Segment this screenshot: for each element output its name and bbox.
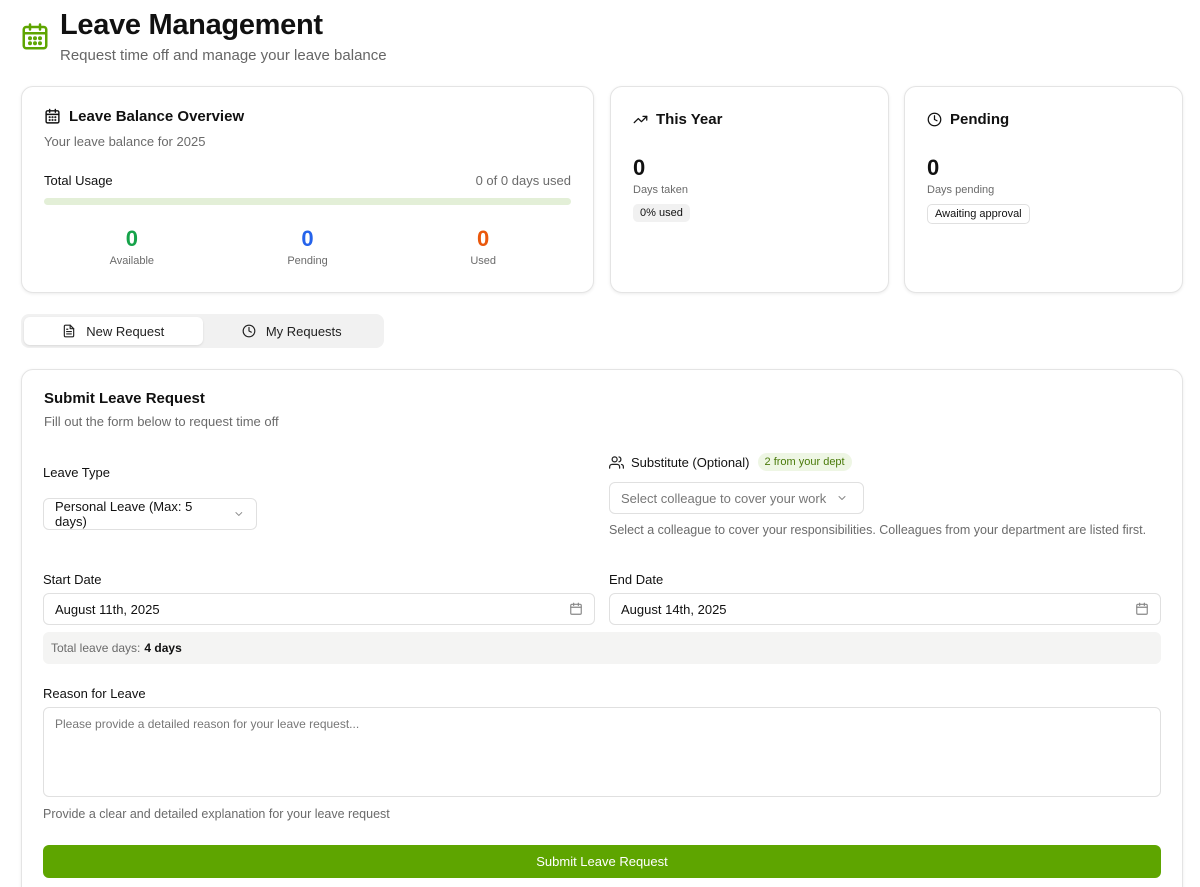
pending-label: Pending	[287, 255, 328, 267]
total-leave-label: Total leave days:	[51, 641, 141, 655]
leave-type-label: Leave Type	[43, 465, 110, 480]
stat-pending: 0 Pending	[220, 226, 396, 268]
page-title: Leave Management	[60, 9, 323, 41]
this-year-title-row: This Year	[633, 111, 866, 128]
calendar-icon	[45, 108, 60, 124]
used-label: Used	[470, 255, 497, 267]
reason-label: Reason for Leave	[43, 686, 146, 701]
tab-my-requests[interactable]: My Requests	[203, 317, 382, 345]
users-icon	[609, 455, 624, 469]
total-leave-days: Total leave days: 4 days	[43, 632, 1161, 664]
usage-progress-bar	[44, 198, 571, 205]
total-usage-value: 0 of 0 days used	[475, 173, 571, 188]
calendar-icon	[1136, 602, 1148, 615]
start-date-value: August 11th, 2025	[55, 601, 160, 617]
calendar-icon	[570, 602, 582, 615]
stat-used: 0 Used	[395, 226, 571, 268]
pending-card: Pending 0 Days pending Awaiting approval	[904, 86, 1183, 293]
trending-up-icon	[633, 115, 648, 124]
request-tabs: New Request My Requests	[21, 314, 384, 348]
awaiting-approval-badge: Awaiting approval	[927, 204, 1030, 224]
substitute-label: Substitute (Optional)	[631, 454, 750, 470]
days-pending-count: 0	[927, 155, 940, 180]
form-subtitle: Fill out the form below to request time …	[44, 414, 279, 429]
days-taken-label: Days taken	[633, 184, 689, 196]
chevron-down-icon	[838, 496, 846, 500]
stat-available: 0 Available	[44, 226, 220, 268]
clock-icon	[242, 324, 256, 338]
leave-type-value: Personal Leave (Max: 5 days)	[55, 499, 193, 529]
tab-new-request[interactable]: New Request	[24, 317, 203, 345]
days-pending-label: Days pending	[927, 184, 995, 196]
total-leave-value: 4 days	[144, 641, 182, 655]
page-header: Leave Management Request time off and ma…	[20, 8, 387, 64]
leave-balance-card: Leave Balance Overview Your leave balanc…	[21, 86, 594, 293]
file-text-icon	[63, 324, 75, 338]
submit-leave-request-button[interactable]: Submit Leave Request	[43, 845, 1161, 878]
available-count: 0	[125, 226, 138, 251]
end-date-input[interactable]: August 14th, 2025	[609, 593, 1161, 625]
pending-count: 0	[301, 226, 314, 251]
used-count: 0	[477, 226, 490, 251]
leave-type-select[interactable]: Personal Leave (Max: 5 days)	[43, 498, 257, 530]
start-date-label: Start Date	[43, 572, 102, 587]
start-date-input[interactable]: August 11th, 2025	[43, 593, 595, 625]
substitute-select[interactable]: Select colleague to cover your work	[609, 482, 864, 514]
pending-title-row: Pending	[927, 111, 1160, 128]
leave-balance-title-row: Leave Balance Overview	[44, 108, 571, 125]
tab-new-request-label: New Request	[86, 323, 165, 339]
available-label: Available	[109, 255, 155, 267]
tab-my-requests-label: My Requests	[265, 323, 342, 339]
this-year-card: This Year 0 Days taken 0% used	[610, 86, 889, 293]
dept-count-badge: 2 from your dept	[757, 453, 852, 471]
substitute-placeholder: Select colleague to cover your work	[621, 490, 827, 506]
end-date-label: End Date	[609, 572, 664, 587]
leave-balance-subtitle: Your leave balance for 2025	[44, 134, 206, 149]
reason-help-text: Provide a clear and detailed explanation…	[43, 807, 390, 821]
end-date-value: August 14th, 2025	[621, 601, 727, 617]
reason-textarea[interactable]: Please provide a detailed reason for you…	[43, 707, 1161, 797]
balance-stats: 0 Available 0 Pending 0 Used	[44, 226, 571, 268]
page-subtitle: Request time off and manage your leave b…	[60, 47, 387, 64]
substitute-label-row: Substitute (Optional) 2 from your dept	[609, 453, 852, 471]
leave-request-form: Submit Leave Request Fill out the form b…	[21, 369, 1183, 887]
calendar-icon	[22, 23, 48, 50]
form-title: Submit Leave Request	[44, 390, 205, 407]
chevron-down-icon	[235, 512, 243, 516]
total-usage-label: Total Usage	[44, 173, 113, 188]
pending-title: Pending	[950, 111, 1010, 128]
clock-icon	[927, 112, 942, 127]
substitute-help-text: Select a colleague to cover your respons…	[609, 523, 1147, 537]
this-year-title: This Year	[656, 111, 723, 128]
total-usage-row: Total Usage 0 of 0 days used	[44, 173, 571, 188]
leave-balance-title: Leave Balance Overview	[69, 108, 245, 125]
days-taken-count: 0	[633, 155, 646, 180]
percent-used-badge: 0% used	[633, 204, 690, 222]
